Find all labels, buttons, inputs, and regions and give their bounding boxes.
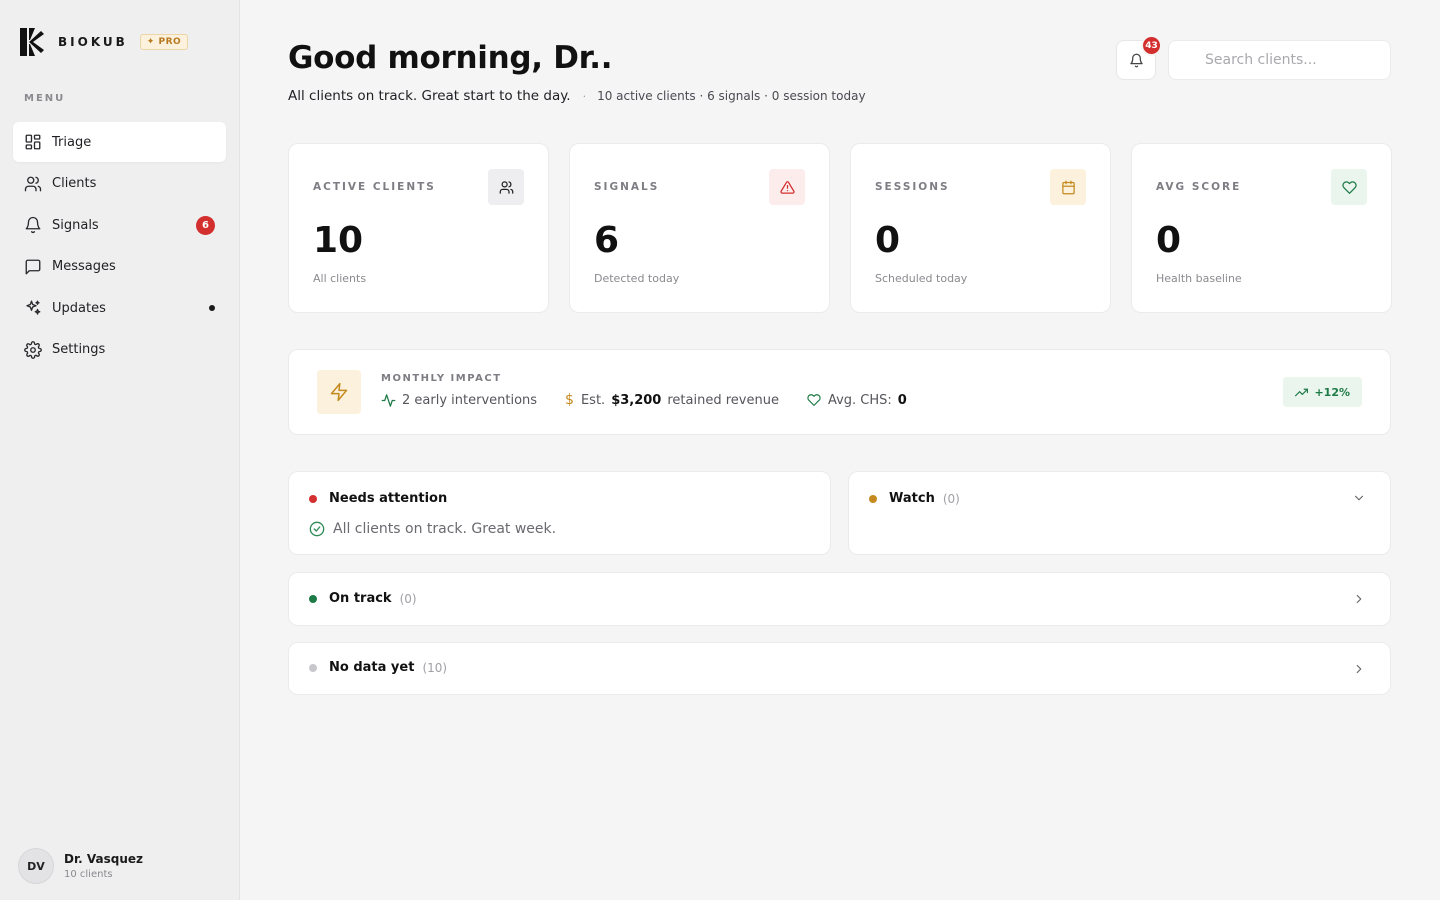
- group-title: Needs attention: [329, 491, 448, 506]
- group-count: (0): [399, 591, 417, 606]
- status-message: All clients on track. Great start to the…: [288, 88, 571, 104]
- signals-count-badge: 6: [196, 216, 215, 236]
- users-icon: [488, 169, 524, 205]
- stat-card-signals[interactable]: SIGNALS 6 Detected today: [569, 143, 830, 313]
- calendar-icon: [1050, 169, 1086, 205]
- impact-title: MONTHLY IMPACT: [381, 373, 502, 384]
- stat-label: ACTIVE CLIENTS: [313, 181, 436, 193]
- chs-value: 0: [897, 392, 907, 408]
- chs-label: Avg. CHS:: [827, 392, 892, 408]
- no-data-panel[interactable]: No data yet (10): [288, 642, 1391, 695]
- avatar: DV: [18, 848, 54, 884]
- trending-up-icon: [1295, 386, 1309, 399]
- sparkles-icon: [24, 299, 42, 317]
- interventions-text: 2 early interventions: [402, 392, 538, 408]
- trend-value: +12%: [1314, 385, 1350, 399]
- sidebar-item-label: Updates: [52, 300, 106, 316]
- sidebar: BIOKUB ✦ PRO MENU Triage Clients Signals…: [0, 0, 240, 900]
- sidebar-item-label: Triage: [52, 134, 92, 150]
- menu-title: MENU: [24, 93, 66, 104]
- empty-state-text: All clients on track. Great week.: [333, 521, 557, 537]
- status-dot: [309, 663, 317, 672]
- stat-card-avg-score[interactable]: AVG SCORE 0 Health baseline: [1131, 143, 1392, 313]
- chevron-down-icon[interactable]: [1352, 491, 1366, 505]
- brand[interactable]: BIOKUB ✦ PRO: [20, 28, 189, 56]
- stat-value: 0: [1156, 220, 1182, 261]
- sidebar-item-settings[interactable]: Settings: [13, 330, 226, 370]
- biokub-logo-icon: [20, 28, 44, 56]
- bell-icon: [1129, 53, 1144, 68]
- watch-panel[interactable]: Watch (0): [848, 471, 1391, 555]
- stat-note: All clients: [313, 272, 367, 285]
- user-client-count: 10 clients: [64, 869, 113, 880]
- message-square-icon: [24, 258, 42, 276]
- group-count: (10): [422, 660, 448, 675]
- page-title: Good morning, Dr..: [288, 40, 613, 76]
- dollar-icon: $: [565, 392, 574, 408]
- user-profile[interactable]: DV Dr. Vasquez 10 clients: [18, 848, 143, 884]
- stat-note: Scheduled today: [875, 272, 968, 285]
- stat-note: Detected today: [594, 272, 680, 285]
- group-title: Watch: [889, 491, 935, 506]
- on-track-panel[interactable]: On track (0): [288, 572, 1391, 626]
- sidebar-item-label: Signals: [52, 217, 99, 233]
- trend-badge: +12%: [1283, 377, 1362, 407]
- monthly-impact-panel: MONTHLY IMPACT 2 early interventions $ E…: [288, 349, 1391, 435]
- chevron-right-icon[interactable]: [1352, 592, 1366, 606]
- sidebar-item-label: Messages: [52, 259, 116, 275]
- stat-value: 0: [875, 220, 901, 261]
- revenue-prefix: Est.: [580, 392, 606, 408]
- search-input[interactable]: [1168, 40, 1391, 80]
- revenue-value: $3,200: [611, 392, 662, 408]
- status-dot: [869, 494, 877, 503]
- summary-stats: 10 active clients · 6 signals · 0 sessio…: [597, 89, 866, 103]
- activity-icon: [381, 393, 396, 408]
- stat-label: AVG SCORE: [1156, 181, 1242, 193]
- brand-name: BIOKUB: [58, 35, 128, 49]
- group-title: On track: [329, 591, 392, 606]
- revenue-suffix: retained revenue: [667, 392, 779, 408]
- sidebar-item-signals[interactable]: Signals 6: [13, 205, 226, 245]
- stat-card-active-clients[interactable]: ACTIVE CLIENTS 10 All clients: [288, 143, 549, 313]
- stat-note: Health baseline: [1156, 272, 1242, 285]
- group-title: No data yet: [329, 660, 415, 675]
- page-subtitle: All clients on track. Great start to the…: [288, 88, 866, 104]
- bolt-icon: [317, 370, 361, 414]
- grid-icon: [24, 133, 42, 151]
- users-icon: [24, 175, 42, 193]
- stat-label: SIGNALS: [594, 181, 660, 193]
- pro-badge: ✦ PRO: [139, 34, 189, 50]
- stat-card-sessions[interactable]: SESSIONS 0 Scheduled today: [850, 143, 1111, 313]
- stat-label: SESSIONS: [875, 181, 950, 193]
- sidebar-item-triage[interactable]: Triage: [13, 122, 226, 162]
- needs-attention-panel: Needs attention All clients on track. Gr…: [288, 471, 831, 555]
- alert-triangle-icon: [769, 169, 805, 205]
- sidebar-item-updates[interactable]: Updates: [13, 288, 226, 328]
- sidebar-item-label: Clients: [52, 176, 97, 192]
- notification-count-badge: 43: [1141, 35, 1162, 56]
- sidebar-item-label: Settings: [52, 342, 106, 358]
- stat-value: 10: [313, 220, 364, 261]
- separator: ·: [582, 89, 587, 103]
- heart-icon: [1331, 169, 1367, 205]
- bell-icon: [24, 216, 42, 234]
- user-name: Dr. Vasquez: [64, 852, 144, 866]
- check-circle-icon: [309, 521, 325, 537]
- updates-dot-indicator: [209, 305, 215, 312]
- gear-icon: [24, 341, 42, 359]
- status-dot: [309, 494, 317, 503]
- status-dot: [309, 594, 317, 603]
- sidebar-item-messages[interactable]: Messages: [13, 247, 226, 287]
- heart-icon: [807, 393, 821, 407]
- group-count: (0): [942, 491, 960, 506]
- chevron-right-icon[interactable]: [1352, 662, 1366, 676]
- stat-value: 6: [594, 220, 620, 261]
- sidebar-item-clients[interactable]: Clients: [13, 164, 226, 204]
- sidebar-nav: Triage Clients Signals 6 Messages Update…: [13, 122, 226, 372]
